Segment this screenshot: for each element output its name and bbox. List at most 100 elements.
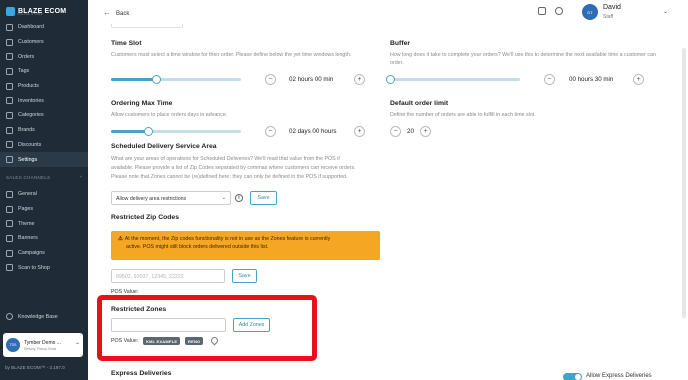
help-icon — [6, 313, 13, 320]
zip-codes-save-button[interactable]: Save — [232, 269, 257, 283]
brands-icon — [6, 126, 13, 134]
user-name: David — [603, 4, 621, 11]
sidebar-item-label: Banners — [18, 235, 38, 242]
default-limit-value[interactable]: 20 — [407, 128, 414, 135]
warning-icon: ⚠ — [118, 236, 123, 242]
slider-handle[interactable] — [152, 74, 161, 84]
express-toggle[interactable] — [563, 373, 582, 380]
buffer-description: How long does it take to complete your o… — [390, 52, 656, 66]
slider-fill — [111, 78, 157, 81]
tag-icon — [6, 67, 13, 75]
time-slot-increment-button[interactable]: + — [354, 74, 365, 85]
brand-logo[interactable]: BLAZE ECOM — [0, 0, 88, 18]
chevron-down-icon: ⌄ — [221, 195, 226, 201]
sidebar-item-label: Pages — [18, 206, 34, 213]
sidebar-item-label: Discounts — [18, 141, 42, 148]
sidebar-item-customers[interactable]: Customers — [0, 35, 88, 50]
main-nav: Dashboard Customers Orders Tags Products… — [0, 20, 88, 167]
sales-channels-header[interactable]: SALES CHANNELS ^ — [6, 175, 82, 180]
delivery-area-select[interactable]: Allow delivery area restrictions ⌄ — [111, 191, 231, 205]
gear-icon — [6, 156, 13, 164]
knowledge-base-link[interactable]: Knowledge Base — [6, 313, 58, 320]
buffer-slider[interactable] — [385, 74, 520, 84]
time-slot-slider[interactable] — [111, 74, 241, 84]
ordering-max-slider[interactable] — [111, 126, 241, 136]
sidebar-item-categories[interactable]: Categories — [0, 108, 88, 123]
store-name: Tymber Demo ... — [24, 339, 61, 346]
products-icon — [6, 82, 13, 90]
select-value: Allow delivery area restrictions — [116, 195, 187, 202]
warning-text-2: active. POS might still block orders del… — [126, 243, 269, 250]
sidebar-item-pages[interactable]: Pages — [0, 202, 88, 217]
ordering-max-decrement-button[interactable]: − — [265, 126, 276, 137]
zones-warning-banner: ⚠ At the moment, the Zip codes functional… — [111, 231, 380, 260]
service-area-description-2: available. Please provide a list of Zip … — [111, 165, 356, 171]
discount-icon — [6, 141, 13, 149]
sidebar-item-dashboard[interactable]: Dashboard — [0, 20, 88, 35]
default-limit-increment-button[interactable]: + — [420, 126, 431, 137]
toggle-knob — [575, 374, 581, 380]
user-role: Staff — [603, 14, 614, 20]
sidebar-item-label: Customers — [18, 39, 44, 46]
sidebar-item-scan-to-shop[interactable]: Scan to Shop — [0, 260, 88, 275]
sidebar-item-label: Inventories — [18, 97, 44, 104]
sidebar-item-label: Dashboard — [18, 24, 44, 31]
sidebar-item-campaigns[interactable]: Campaigns — [0, 246, 88, 261]
sidebar-item-label: Theme — [18, 220, 35, 227]
annotation-highlight-box — [97, 295, 317, 361]
warning-text-1: At the moment, the Zip codes functionali… — [124, 236, 331, 242]
orders-icon — [6, 53, 13, 61]
store-switcher[interactable]: TDS Tymber Demo ... Delivery, Pickup, Ki… — [3, 333, 83, 357]
dashboard-icon — [6, 23, 13, 31]
sidebar-item-label: Products — [18, 83, 39, 90]
sidebar-item-label: Orders — [18, 53, 35, 60]
sidebar-item-inventories[interactable]: Inventories — [0, 93, 88, 108]
service-area-save-button[interactable]: Save — [250, 191, 277, 205]
refresh-icon[interactable] — [555, 7, 563, 15]
sidebar-item-label: Scan to Shop — [18, 264, 50, 271]
chevron-down-icon[interactable]: ⌄ — [663, 8, 668, 15]
buffer-value: 00 hours 30 min — [569, 76, 614, 83]
time-slot-decrement-button[interactable]: − — [265, 74, 276, 85]
ordering-max-increment-button[interactable]: + — [354, 126, 365, 137]
sidebar-item-products[interactable]: Products — [0, 79, 88, 94]
pages-icon — [6, 205, 13, 213]
slider-handle[interactable] — [144, 126, 154, 136]
sidebar-item-banners[interactable]: Banners — [0, 231, 88, 246]
sidebar-item-tags[interactable]: Tags — [0, 64, 88, 79]
sidebar-item-brands[interactable]: Brands — [0, 123, 88, 138]
topbar: ← Back DT David Staff ⌄ — [88, 0, 688, 25]
slider-handle[interactable] — [385, 74, 395, 84]
express-toggle-label: Allow Express Deliveries — [586, 373, 652, 379]
theme-icon — [6, 220, 13, 228]
zip-codes-title: Restricted Zip Codes — [111, 214, 179, 221]
app-version: by BLAZE ECOM™ - 3.197.0 — [5, 365, 65, 370]
scrollbar[interactable] — [682, 48, 686, 318]
sidebar-item-general[interactable]: General — [0, 187, 88, 202]
buffer-title: Buffer — [390, 40, 411, 47]
default-limit-title: Default order limit — [390, 100, 449, 107]
zip-codes-input[interactable]: 89502, 92037, 12345, 22222 — [111, 269, 225, 283]
sidebar-item-discounts[interactable]: Discounts — [0, 138, 88, 153]
gift-icon[interactable] — [538, 7, 546, 15]
default-limit-decrement-button[interactable]: − — [390, 126, 401, 137]
avatar[interactable]: DT — [582, 4, 598, 20]
ordering-max-description: Allow customers to place orders days in … — [111, 112, 228, 118]
sidebar-item-label: Brands — [18, 127, 35, 134]
time-slot-description: Customers must select a time window for … — [111, 52, 352, 58]
store-avatar: TDS — [6, 338, 20, 352]
brand-tagline: ONLINE STORE — [17, 12, 43, 16]
buffer-decrement-button[interactable]: − — [544, 74, 555, 85]
buffer-increment-button[interactable]: + — [633, 74, 644, 85]
chevron-icon: ⌃ — [74, 342, 80, 349]
sidebar: BLAZE ECOM ONLINE STORE Dashboard Custom… — [0, 0, 88, 380]
info-icon[interactable]: i — [235, 194, 243, 202]
sidebar-item-orders[interactable]: Orders — [0, 49, 88, 64]
sidebar-item-theme[interactable]: Theme — [0, 216, 88, 231]
back-label: Back — [116, 11, 130, 17]
express-title: Express Deliveries — [111, 370, 172, 377]
general-icon — [6, 190, 13, 198]
default-limit-description: Define the number of orders are able to … — [390, 112, 536, 118]
sidebar-item-settings[interactable]: Settings — [0, 152, 88, 167]
back-button[interactable]: ← Back — [103, 8, 129, 17]
